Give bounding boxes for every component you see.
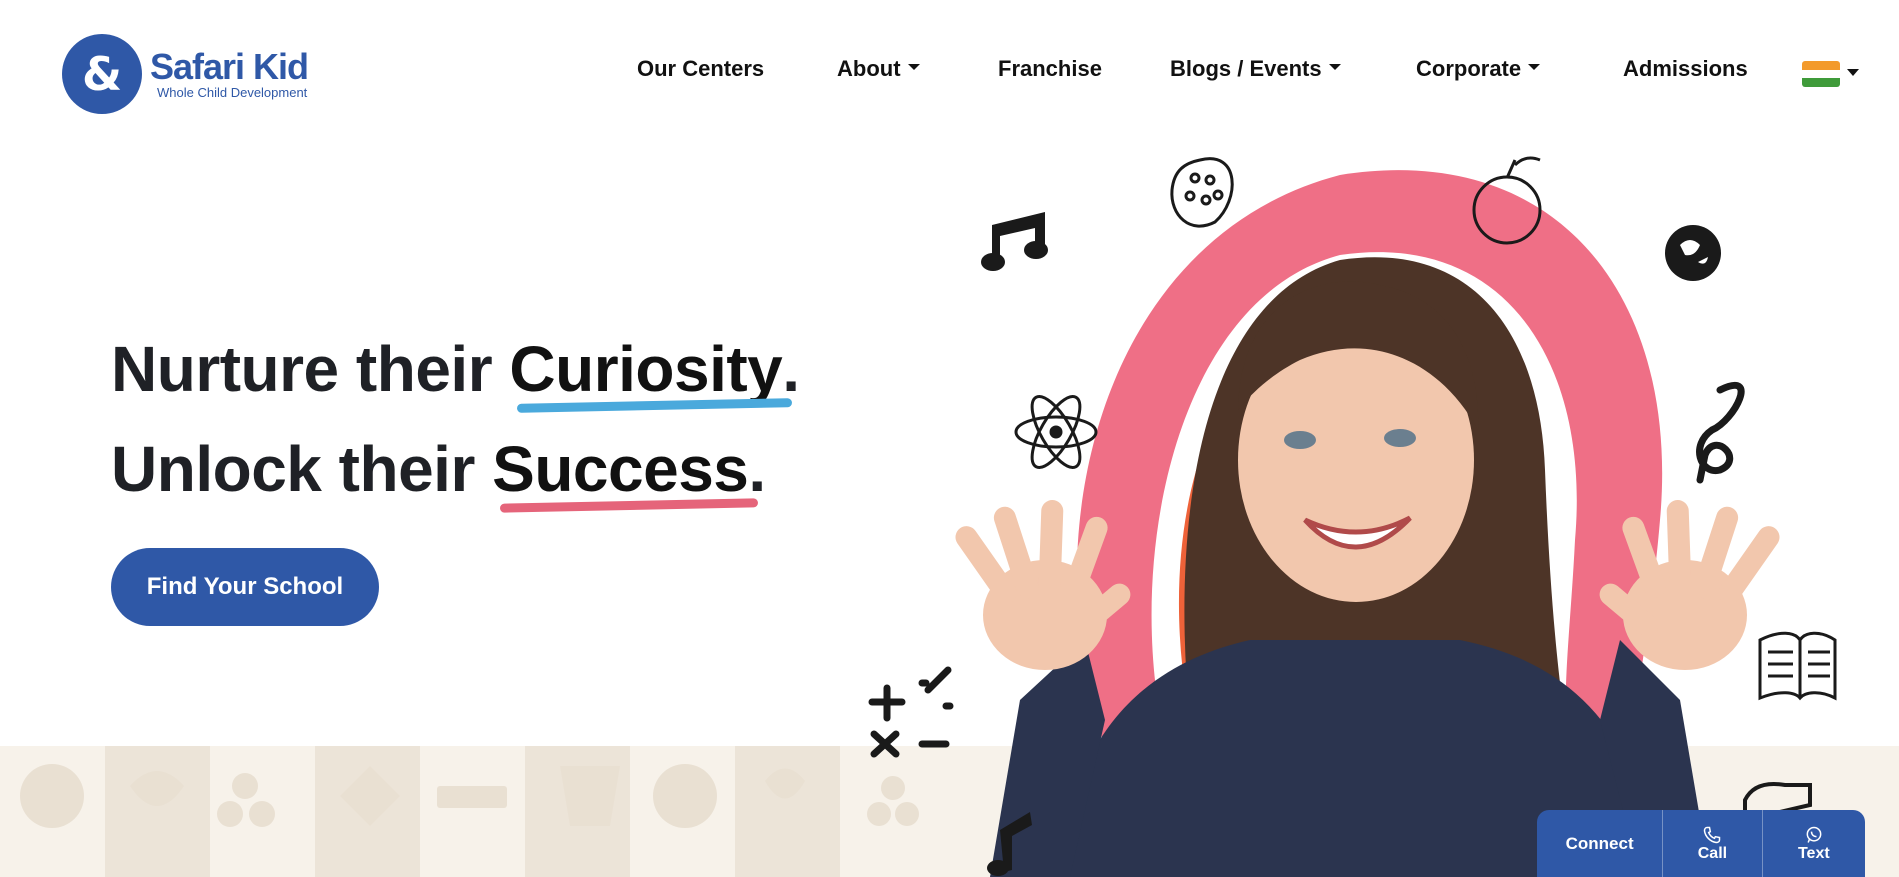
brand-logo[interactable]: & Safari Kid Whole Child Development: [62, 33, 309, 115]
chevron-down-icon: [907, 64, 920, 71]
treble-clef-icon: [1696, 381, 1745, 484]
chevron-down-icon: [1528, 64, 1541, 71]
logo-text: Safari Kid Whole Child Development: [150, 46, 309, 100]
palette-icon: [1170, 157, 1234, 228]
india-flag-icon[interactable]: [1802, 61, 1840, 87]
site-header: & Safari Kid Whole Child Development Our…: [0, 0, 1899, 130]
nav-blogs-events[interactable]: Blogs / Events: [1170, 56, 1341, 82]
find-your-school-button[interactable]: Find Your School: [111, 548, 379, 626]
hero-illustration: [868, 156, 1837, 877]
book-icon: [1758, 631, 1837, 701]
brand-name: Safari Kid: [150, 46, 309, 87]
atom-icon: [1014, 395, 1098, 469]
connect-widget: Connect Call Text: [1537, 810, 1865, 877]
nav-about[interactable]: About: [837, 56, 920, 82]
nav-franchise[interactable]: Franchise: [998, 56, 1102, 82]
brand-tagline: Whole Child Development: [157, 85, 308, 100]
hero-headline-line-1: Nurture their Curiosity.: [111, 332, 800, 413]
math-symbols-icon: [868, 666, 954, 758]
music-note-icon: [981, 212, 1048, 271]
language-chevron-down-icon[interactable]: [1847, 69, 1859, 76]
logo-mark: &: [62, 34, 142, 114]
nav-our-centers[interactable]: Our Centers: [637, 56, 764, 82]
hero-headline-line-2: Unlock their Success.: [111, 432, 766, 513]
highlight-success: Success: [492, 432, 759, 513]
whatsapp-icon: [1806, 826, 1822, 843]
globe-icon: [1665, 225, 1721, 281]
text-button[interactable]: Text: [1763, 810, 1865, 877]
nav-admissions[interactable]: Admissions: [1623, 56, 1748, 82]
phone-icon: [1704, 826, 1721, 843]
child-photo: [955, 257, 1780, 877]
chevron-down-icon: [1328, 64, 1341, 71]
highlight-curiosity: Curiosity: [509, 332, 793, 413]
connect-button[interactable]: Connect: [1537, 810, 1664, 877]
call-button[interactable]: Call: [1663, 810, 1763, 877]
nav-corporate[interactable]: Corporate: [1416, 56, 1541, 82]
